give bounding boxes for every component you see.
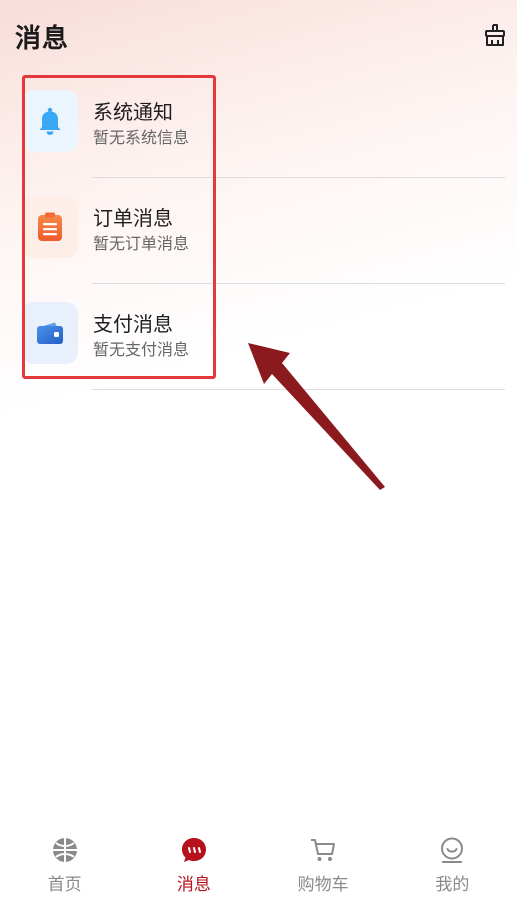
divider (92, 389, 505, 390)
tab-label: 首页 (47, 875, 82, 895)
bell-icon (39, 107, 61, 135)
broom-icon[interactable] (482, 22, 508, 48)
tab-messages[interactable]: 消息 (129, 828, 258, 908)
message-title: 支付消息 (93, 312, 173, 336)
tab-label: 购物车 (297, 875, 349, 895)
tab-home[interactable]: 首页 (0, 828, 129, 908)
home-icon (52, 838, 77, 862)
message-subtitle: 暂无系统信息 (93, 128, 190, 147)
message-item-order[interactable]: 订单消息 暂无订单消息 (0, 178, 517, 284)
message-item-system[interactable]: 系统通知 暂无系统信息 (0, 72, 517, 178)
message-subtitle: 暂无订单消息 (93, 234, 190, 253)
message-icon-container (22, 90, 78, 152)
message-icon-container (22, 196, 78, 258)
wallet-icon (37, 322, 63, 344)
message-icon (181, 838, 206, 862)
message-item-payment[interactable]: 支付消息 暂无支付消息 (0, 284, 517, 390)
cart-icon (311, 839, 336, 861)
message-icon-container (22, 302, 78, 364)
tab-profile[interactable]: 我的 (388, 828, 517, 908)
message-title: 系统通知 (93, 100, 173, 124)
page-header: 消息 (0, 0, 517, 72)
clipboard-icon (38, 212, 62, 241)
tab-label: 我的 (435, 875, 470, 895)
bottom-tab-bar: 首页 消息 购物车 我的 (0, 828, 517, 908)
tab-label: 消息 (176, 875, 211, 895)
profile-icon (441, 837, 464, 863)
message-subtitle: 暂无支付消息 (93, 340, 190, 359)
tab-cart[interactable]: 购物车 (259, 828, 388, 908)
page-title: 消息 (15, 24, 70, 54)
message-title: 订单消息 (93, 206, 173, 230)
